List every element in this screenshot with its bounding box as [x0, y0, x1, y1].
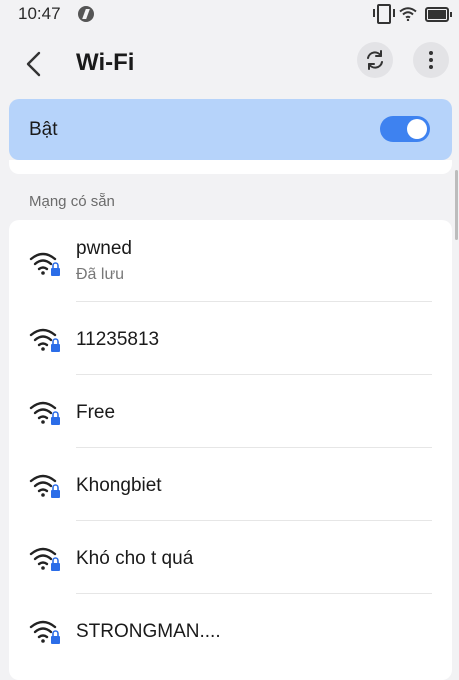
switch-knob — [407, 119, 427, 139]
wifi-lock-icon — [29, 401, 60, 425]
network-list: pwned Đã lưu 11235813 Free Khongbiet Khó… — [9, 220, 452, 680]
wifi-switch[interactable] — [380, 116, 430, 142]
network-item-free[interactable]: Free — [9, 375, 452, 448]
battery-icon — [425, 6, 452, 22]
refresh-icon — [367, 50, 383, 70]
saved-networks-strip — [9, 160, 452, 174]
vibrate-icon — [373, 4, 395, 24]
wifi-lock-icon — [29, 328, 60, 352]
status-time: 10:47 — [18, 4, 61, 23]
network-name: 11235813 — [76, 329, 160, 350]
network-name: Khongbiet — [76, 475, 162, 496]
page-title: Wi-Fi — [76, 49, 135, 76]
app-bar: Wi-Fi — [0, 34, 459, 92]
more-vertical-icon — [429, 51, 433, 69]
more-options-button[interactable] — [413, 42, 449, 78]
back-arrow-icon[interactable] — [20, 50, 48, 78]
network-name: Free — [76, 402, 116, 423]
network-status: Đã lưu — [76, 266, 125, 283]
network-name: STRONGMAN.... — [76, 621, 221, 642]
network-name: Khó cho t quá — [76, 548, 194, 569]
wifi-toggle-label: Bật — [29, 119, 58, 140]
wifi-lock-icon — [29, 547, 60, 571]
status-icons — [373, 4, 452, 24]
scrollbar[interactable] — [455, 170, 458, 240]
wifi-signal-icon — [399, 7, 417, 21]
network-name: pwned — [76, 238, 132, 259]
network-item-pwned[interactable]: pwned Đã lưu — [9, 220, 452, 302]
wifi-lock-icon — [29, 620, 60, 644]
status-bar: 10:47 — [0, 0, 459, 28]
wifi-lock-icon — [29, 252, 60, 276]
notification-app-icon — [78, 6, 94, 22]
available-networks-label: Mạng có sẵn — [29, 193, 115, 210]
network-item-khongbiet[interactable]: Khongbiet — [9, 448, 452, 521]
refresh-button[interactable] — [357, 42, 393, 78]
wifi-lock-icon — [29, 474, 60, 498]
wifi-toggle-card[interactable]: Bật — [9, 99, 452, 160]
network-item-strongman[interactable]: STRONGMAN.... — [9, 594, 452, 667]
network-item-11235813[interactable]: 11235813 — [9, 302, 452, 375]
network-item-kho-cho-t-qua[interactable]: Khó cho t quá — [9, 521, 452, 594]
